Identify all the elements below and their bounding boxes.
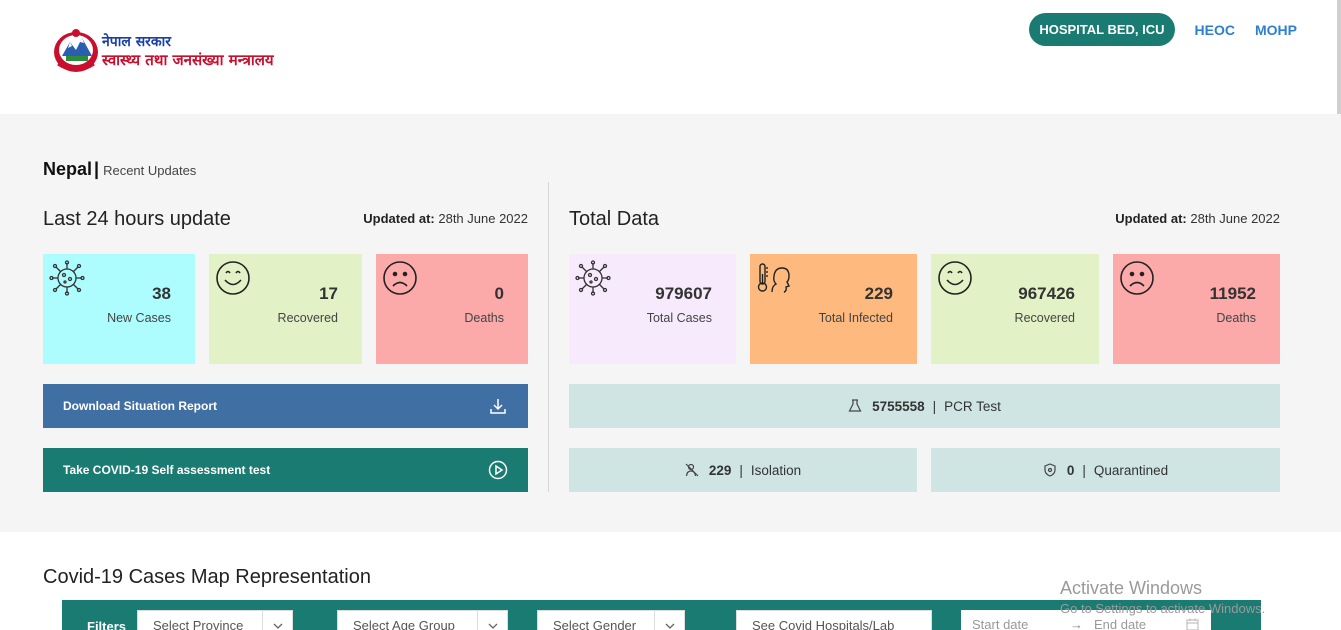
new-cases-card: 38 New Cases bbox=[43, 254, 195, 364]
nepal-emblem-icon bbox=[54, 29, 98, 72]
page-heading: Nepal | Recent Updates bbox=[43, 159, 196, 180]
gender-select-placeholder: Select Gender bbox=[553, 618, 637, 630]
total-recovered-card: 967426 Recovered bbox=[931, 254, 1099, 364]
recovered-24h-value: 17 bbox=[319, 284, 338, 303]
isolation-person-icon bbox=[685, 463, 699, 477]
windows-activation-watermark: Activate Windows Go to Settings to activ… bbox=[1060, 578, 1265, 616]
virus-icon bbox=[575, 260, 611, 296]
total-cases-value: 979607 bbox=[655, 284, 712, 303]
pcr-test-value: 5755558 bbox=[872, 398, 925, 414]
total-recovered-label: Recovered bbox=[1014, 311, 1075, 325]
play-circle-icon bbox=[488, 460, 508, 480]
heading-separator: | bbox=[94, 159, 100, 179]
chevron-down-icon bbox=[273, 623, 283, 629]
download-icon bbox=[490, 399, 506, 414]
pcr-test-label: PCR Test bbox=[944, 398, 1001, 414]
total-infected-value: 229 bbox=[864, 284, 893, 303]
isolation-bar: 229 | Isolation bbox=[569, 448, 917, 492]
new-cases-value: 38 bbox=[152, 284, 171, 303]
total-data-title: Total Data bbox=[569, 208, 660, 230]
download-report-label: Download Situation Report bbox=[63, 399, 217, 413]
age-group-select-placeholder: Select Age Group bbox=[353, 618, 455, 630]
isolation-label: Isolation bbox=[750, 462, 802, 478]
heoc-link[interactable]: HEOC bbox=[1195, 22, 1235, 38]
section-divider bbox=[548, 182, 549, 492]
self-assessment-label: Take COVID-19 Self assessment test bbox=[63, 463, 271, 477]
chevron-down-icon bbox=[488, 623, 498, 629]
quarantined-bar: 0 | Quarantined bbox=[931, 448, 1280, 492]
quarantined-label: Quarantined bbox=[1093, 462, 1169, 478]
last24-updated-value: 28th June 2022 bbox=[438, 211, 528, 226]
last24-updated: Updated at: 28th June 2022 bbox=[363, 211, 528, 226]
smiley-icon bbox=[216, 261, 250, 295]
logo-government-text: नेपाल सरकार bbox=[102, 34, 172, 50]
province-select-placeholder: Select Province bbox=[153, 618, 244, 630]
new-cases-label: New Cases bbox=[107, 311, 171, 325]
deaths-24h-card: 0 Deaths bbox=[376, 254, 528, 364]
flask-icon bbox=[848, 399, 862, 412]
watermark-line2: Go to Settings to activate Windows. bbox=[1060, 601, 1266, 616]
heading-subtitle: Recent Updates bbox=[103, 163, 197, 178]
total-updated-value: 28th June 2022 bbox=[1190, 211, 1280, 226]
gender-dropdown-toggle[interactable] bbox=[654, 611, 684, 630]
logo-ministry-text: स्वास्थ्य तथा जनसंख्या मन्त्रालय bbox=[102, 51, 274, 69]
self-assessment-button[interactable]: Take COVID-19 Self assessment test bbox=[43, 448, 528, 492]
pcr-separator: | bbox=[932, 398, 937, 414]
filters-label: Filters bbox=[87, 619, 127, 630]
province-select[interactable]: Select Province bbox=[137, 610, 293, 630]
chevron-down-icon bbox=[665, 623, 675, 629]
start-date-input[interactable]: Start date bbox=[972, 610, 1028, 630]
sad-face-icon bbox=[383, 261, 417, 295]
header: नेपाल सरकार स्वास्थ्य तथा जनसंख्या मन्त्… bbox=[0, 0, 1341, 114]
fever-thermometer-icon bbox=[757, 263, 790, 293]
top-nav: HOSPITAL BED, ICU HEOC MOHP bbox=[1029, 13, 1297, 46]
watermark-line1: Activate Windows bbox=[1060, 578, 1203, 598]
deaths-24h-value: 0 bbox=[494, 284, 504, 303]
isolation-separator: | bbox=[739, 462, 743, 478]
total-infected-label: Total Infected bbox=[818, 311, 893, 325]
province-dropdown-toggle[interactable] bbox=[262, 611, 292, 630]
mohp-link[interactable]: MOHP bbox=[1255, 22, 1297, 38]
pcr-test-bar: 5755558 | PCR Test bbox=[569, 384, 1280, 428]
gender-select[interactable]: Select Gender bbox=[537, 610, 685, 630]
download-situation-report-button[interactable]: Download Situation Report bbox=[43, 384, 528, 428]
quarantined-value: 0 bbox=[1066, 462, 1075, 478]
total-deaths-value: 11952 bbox=[1209, 284, 1256, 303]
hospital-bed-icu-button[interactable]: HOSPITAL BED, ICU bbox=[1029, 13, 1175, 46]
map-section-title: Covid-19 Cases Map Representation bbox=[43, 566, 371, 588]
smiley-icon bbox=[938, 261, 972, 295]
total-updated: Updated at: 28th June 2022 bbox=[1115, 211, 1280, 226]
page-scrollbar[interactable] bbox=[1337, 0, 1341, 130]
recovered-24h-label: Recovered bbox=[277, 311, 338, 325]
total-deaths-card: 11952 Deaths bbox=[1113, 254, 1280, 364]
covid-hospitals-select[interactable]: See Covid Hospitals/Lab bbox=[736, 610, 932, 630]
isolation-value: 229 bbox=[708, 462, 732, 478]
age-group-dropdown-toggle[interactable] bbox=[477, 611, 507, 630]
total-updated-label: Updated at: bbox=[1115, 211, 1187, 226]
covid-hospitals-placeholder: See Covid Hospitals/Lab bbox=[752, 618, 895, 630]
deaths-24h-label: Deaths bbox=[464, 311, 504, 325]
last24-updated-label: Updated at: bbox=[363, 211, 435, 226]
total-cases-label: Total Cases bbox=[646, 311, 712, 325]
quarantined-separator: | bbox=[1082, 462, 1086, 478]
recovered-24h-card: 17 Recovered bbox=[209, 254, 362, 364]
age-group-select[interactable]: Select Age Group bbox=[337, 610, 508, 630]
virus-icon bbox=[49, 260, 85, 296]
total-deaths-label: Deaths bbox=[1216, 311, 1256, 325]
total-cases-card: 979607 Total Cases bbox=[569, 254, 736, 364]
total-infected-card: 229 Total Infected bbox=[750, 254, 917, 364]
sad-face-icon bbox=[1120, 261, 1154, 295]
ministry-logo[interactable]: नेपाल सरकार स्वास्थ्य तथा जनसंख्या मन्त्… bbox=[52, 26, 302, 78]
shield-icon bbox=[1044, 463, 1056, 477]
last24-title: Last 24 hours update bbox=[43, 208, 231, 230]
calendar-icon[interactable] bbox=[1186, 618, 1199, 630]
total-recovered-value: 967426 bbox=[1018, 284, 1075, 303]
country-name: Nepal bbox=[43, 159, 93, 179]
